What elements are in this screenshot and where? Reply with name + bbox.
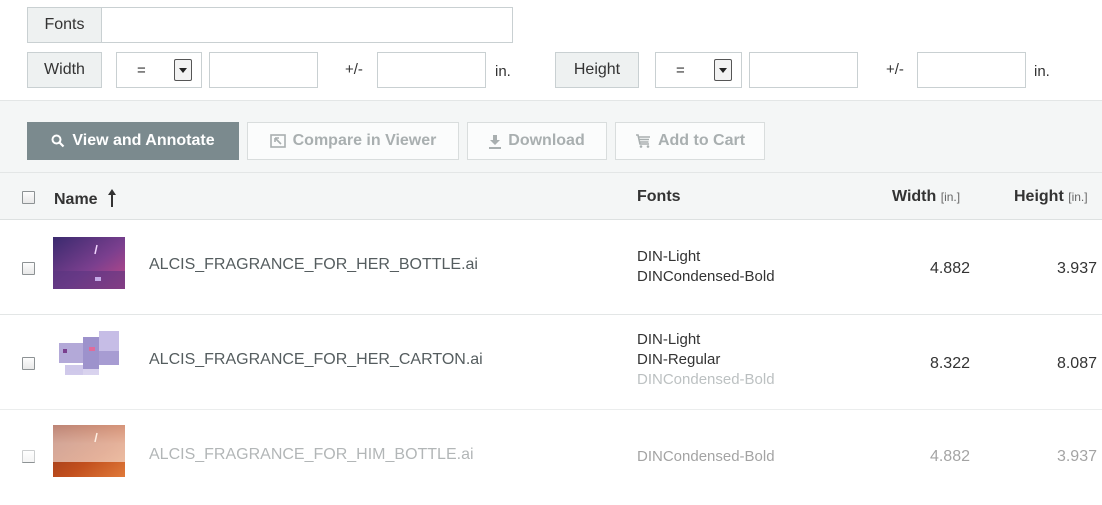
height-filter-label-text: Height: [573, 61, 621, 78]
download-button[interactable]: Download: [467, 122, 607, 160]
column-header-width[interactable]: Width [in.]: [892, 188, 960, 206]
font-name: DINCondensed-Bold: [637, 371, 775, 388]
file-name-link[interactable]: ALCIS_FRAGRANCE_FOR_HER_BOTTLE.ai: [149, 256, 478, 274]
font-list: DIN-Light DINCondensed-Bold: [637, 247, 775, 287]
font-list: DIN-Light DIN-Regular DINCondensed-Bold: [637, 330, 775, 390]
table-row[interactable]: ALCIS_FRAGRANCE_FOR_HER_CARTON.ai DIN-Li…: [0, 315, 1102, 410]
font-list: DINCondensed-Bold: [637, 447, 775, 467]
height-value: 3.937: [1056, 260, 1097, 277]
row-checkbox[interactable]: [22, 450, 35, 463]
compare-viewer-label: Compare in Viewer: [292, 132, 437, 149]
height-value-input[interactable]: [749, 52, 858, 88]
column-header-height[interactable]: Height [in.]: [1014, 188, 1088, 206]
file-name-link[interactable]: ALCIS_FRAGRANCE_FOR_HIM_BOTTLE.ai: [149, 446, 474, 464]
add-to-cart-button[interactable]: Add to Cart: [615, 122, 765, 160]
column-header-width-label: Width: [892, 188, 937, 205]
width-filter-label: Width: [27, 52, 102, 88]
height-tolerance-input[interactable]: [917, 52, 1026, 88]
height-value: 3.937: [1056, 448, 1097, 465]
column-header-height-unit: [in.]: [1068, 190, 1088, 204]
width-value-input[interactable]: [209, 52, 318, 88]
column-header-name[interactable]: Name: [54, 188, 117, 209]
height-tolerance-label: +/-: [886, 61, 904, 78]
column-header-name-label: Name: [54, 191, 98, 208]
font-name: DINCondensed-Bold: [637, 448, 775, 465]
column-header-height-label: Height: [1014, 188, 1064, 205]
width-tolerance-label: +/-: [345, 61, 363, 78]
row-checkbox[interactable]: [22, 357, 35, 370]
action-toolbar: View and Annotate Compare in Viewer Down…: [0, 100, 1102, 172]
width-value: 4.882: [929, 260, 970, 277]
compare-icon: [269, 134, 286, 148]
file-thumbnail[interactable]: [53, 425, 125, 477]
height-operator-select[interactable]: =: [655, 52, 742, 88]
width-value: 8.322: [929, 355, 970, 372]
width-value: 4.882: [929, 448, 970, 465]
file-thumbnail[interactable]: [53, 327, 125, 379]
view-annotate-label: View and Annotate: [72, 132, 215, 149]
table-row[interactable]: ALCIS_FRAGRANCE_FOR_HER_BOTTLE.ai DIN-Li…: [0, 220, 1102, 315]
height-operator-value: =: [676, 61, 685, 79]
font-name: DIN-Light: [637, 331, 701, 348]
fonts-filter-label: Fonts: [27, 7, 102, 43]
download-label: Download: [508, 132, 585, 149]
compare-viewer-button[interactable]: Compare in Viewer: [247, 122, 459, 160]
width-unit-label: in.: [495, 63, 511, 80]
download-icon: [489, 134, 502, 149]
width-tolerance-input[interactable]: [377, 52, 486, 88]
fonts-filter-label-text: Fonts: [44, 16, 85, 33]
file-name-link[interactable]: ALCIS_FRAGRANCE_FOR_HER_CARTON.ai: [149, 351, 483, 369]
height-unit-label: in.: [1034, 63, 1050, 80]
view-annotate-button[interactable]: View and Annotate: [27, 122, 239, 160]
font-name: DIN-Regular: [637, 351, 721, 368]
column-header-width-unit: [in.]: [940, 190, 961, 204]
file-thumbnail[interactable]: [53, 237, 125, 289]
table-row[interactable]: ALCIS_FRAGRANCE_FOR_HIM_BOTTLE.ai DINCon…: [0, 410, 1102, 505]
chevron-down-icon[interactable]: [174, 59, 192, 81]
select-all-checkbox[interactable]: [22, 191, 35, 204]
width-operator-value: =: [137, 61, 146, 79]
table-header: Name Fonts Width [in.] Height [in.]: [0, 172, 1102, 220]
search-icon: [51, 134, 65, 148]
width-filter-label-text: Width: [44, 61, 85, 78]
add-to-cart-label: Add to Cart: [657, 132, 746, 149]
height-filter-label: Height: [555, 52, 639, 88]
height-value: 8.087: [1056, 355, 1097, 372]
width-operator-select[interactable]: =: [116, 52, 202, 88]
chevron-down-icon[interactable]: [714, 59, 732, 81]
font-name: DINCondensed-Bold: [637, 268, 775, 285]
cart-icon: [635, 134, 650, 148]
fonts-filter-input[interactable]: [101, 7, 513, 43]
column-header-fonts[interactable]: Fonts: [637, 188, 681, 206]
font-name: DIN-Light: [637, 248, 701, 265]
row-checkbox[interactable]: [22, 262, 35, 275]
sort-ascending-icon: [108, 189, 117, 207]
